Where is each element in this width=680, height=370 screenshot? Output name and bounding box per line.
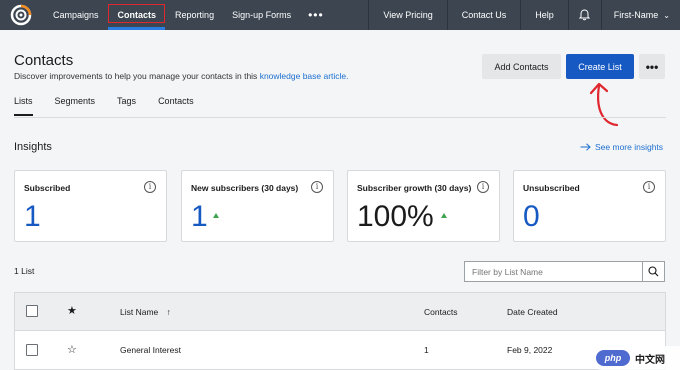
more-actions-button[interactable]: ••• <box>639 54 665 79</box>
top-nav: Campaigns Contacts Reporting Sign-up For… <box>0 0 680 30</box>
active-underline <box>107 27 165 30</box>
insight-card-new-subscribers: New subscribers (30 days) i 1 <box>181 170 334 242</box>
brand-logo-icon[interactable] <box>10 4 32 26</box>
watermark-text: 中文网 <box>635 354 665 366</box>
card-label: Subscribed <box>24 183 71 193</box>
tab-contacts[interactable]: Contacts <box>158 96 194 116</box>
column-label: List Name <box>120 307 159 317</box>
page-title: Contacts <box>14 52 74 69</box>
annotation-arrow-icon <box>589 82 619 127</box>
column-list-name[interactable]: List Name ↑ <box>120 307 171 317</box>
see-more-insights-link[interactable]: See more insights <box>580 142 663 152</box>
nav-help[interactable]: Help <box>521 0 568 30</box>
row-checkbox[interactable] <box>26 344 38 356</box>
tabs-divider <box>14 117 666 118</box>
star-filled-icon[interactable]: ★ <box>67 306 77 317</box>
insight-card-unsubscribed: Unsubscribed i 0 <box>513 170 666 242</box>
info-icon[interactable]: i <box>477 181 489 193</box>
page-subtitle: Discover improvements to help you manage… <box>14 71 349 81</box>
list-name[interactable]: General Interest <box>120 345 181 355</box>
select-all-checkbox[interactable] <box>26 305 38 317</box>
nav-view-pricing[interactable]: View Pricing <box>369 0 446 30</box>
list-date-created: Feb 9, 2022 <box>507 345 553 355</box>
list-count: 1 List <box>14 266 35 276</box>
knowledge-base-link[interactable]: knowledge base article. <box>260 71 349 81</box>
card-value: 100% <box>357 200 434 233</box>
list-contacts: 1 <box>424 345 429 355</box>
nav-divider <box>567 0 569 30</box>
see-more-label: See more insights <box>595 142 664 152</box>
filter-input[interactable] <box>464 261 642 282</box>
card-value: 1 <box>24 200 41 233</box>
search-icon[interactable] <box>642 261 665 282</box>
nav-signup-forms[interactable]: Sign-up Forms <box>223 0 300 30</box>
info-icon[interactable]: i <box>144 181 156 193</box>
insight-card-subscriber-growth: Subscriber growth (30 days) i 100% <box>347 170 500 242</box>
bell-icon[interactable] <box>577 0 593 30</box>
insight-card-subscribed: Subscribed i 1 <box>14 170 167 242</box>
insights-title: Insights <box>14 141 52 153</box>
chevron-down-icon: ⌄ <box>663 10 670 20</box>
tab-lists[interactable]: Lists <box>14 96 33 116</box>
tabs: Lists Segments Tags Contacts <box>14 96 216 116</box>
card-label: Unsubscribed <box>523 183 580 193</box>
lists-table: ★ List Name ↑ Contacts Date Created ☆ Ge… <box>14 292 666 370</box>
info-icon[interactable]: i <box>311 181 323 193</box>
watermark-badge: php <box>596 350 630 366</box>
info-icon[interactable]: i <box>643 181 655 193</box>
tab-tags[interactable]: Tags <box>117 96 136 116</box>
card-label: Subscriber growth (30 days) <box>357 183 472 193</box>
nav-contacts[interactable]: Contacts <box>107 0 167 30</box>
add-contacts-button[interactable]: Add Contacts <box>482 54 561 79</box>
nav-right: View Pricing Contact Us Help First-Name … <box>368 0 680 30</box>
trend-up-icon <box>213 213 219 218</box>
arrow-right-icon <box>580 143 591 151</box>
nav-contacts-label: Contacts <box>117 10 157 20</box>
watermark: php 中文网 <box>590 346 680 370</box>
card-value: 1 <box>191 200 208 233</box>
page-subtitle-text: Discover improvements to help you manage… <box>14 71 258 81</box>
trend-up-icon <box>441 213 447 218</box>
user-name: First-Name <box>613 10 659 20</box>
nav-contact-us[interactable]: Contact Us <box>448 0 521 30</box>
sort-up-icon: ↑ <box>166 307 171 317</box>
nav-reporting[interactable]: Reporting <box>166 0 223 30</box>
card-label: New subscribers (30 days) <box>191 183 299 193</box>
star-outline-icon[interactable]: ☆ <box>67 345 77 356</box>
column-date-created[interactable]: Date Created <box>507 307 558 317</box>
nav-more-icon[interactable]: ••• <box>300 8 332 22</box>
column-contacts[interactable]: Contacts <box>424 307 458 317</box>
user-menu[interactable]: First-Name ⌄ <box>602 0 680 30</box>
card-value: 0 <box>523 200 540 233</box>
tab-segments[interactable]: Segments <box>55 96 96 116</box>
create-list-button[interactable]: Create List <box>566 54 634 79</box>
table-header: ★ List Name ↑ Contacts Date Created <box>15 293 665 331</box>
nav-campaigns[interactable]: Campaigns <box>44 0 108 30</box>
